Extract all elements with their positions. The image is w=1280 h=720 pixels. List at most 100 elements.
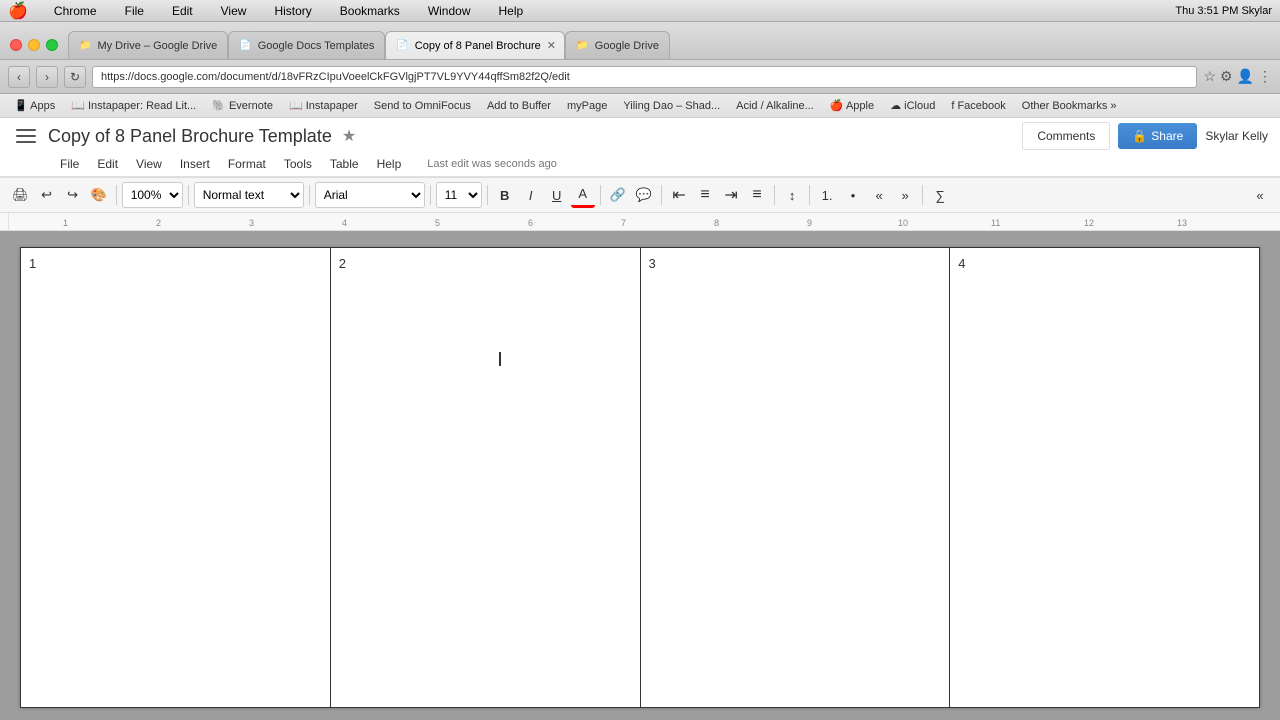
tab-my-drive[interactable]: 📁 My Drive – Google Drive	[68, 31, 228, 59]
share-icon: 🔒	[1132, 129, 1147, 143]
menu-window[interactable]: Window	[422, 2, 477, 20]
print-button[interactable]: 🖨	[8, 182, 33, 208]
extensions-icon[interactable]: ⚙	[1220, 68, 1233, 85]
panel-4[interactable]: 4	[950, 248, 1260, 708]
bookmark-facebook[interactable]: f Facebook	[945, 99, 1011, 113]
link-button[interactable]: 🔗	[606, 182, 630, 208]
text-color-button[interactable]: A	[571, 182, 595, 208]
svg-text:9: 9	[807, 218, 812, 228]
address-icons: ☆ ⚙ 👤 ⋮	[1203, 68, 1272, 85]
tab-close-icon[interactable]: ✕	[547, 39, 556, 52]
numbered-list-button[interactable]: 1.	[815, 182, 839, 208]
forward-button[interactable]: ›	[36, 66, 58, 88]
panel-3[interactable]: 3	[640, 248, 950, 708]
user-icon[interactable]: 👤	[1237, 68, 1254, 85]
tab-gdrive[interactable]: 📁 Google Drive	[565, 31, 670, 59]
menu-table[interactable]: Table	[322, 154, 367, 174]
menu-view[interactable]: View	[128, 154, 170, 174]
svg-text:6: 6	[528, 218, 533, 228]
align-right-button[interactable]: ⇥	[719, 182, 743, 208]
tab-favicon: 📁	[576, 40, 588, 51]
comment-button[interactable]: 💬	[632, 182, 656, 208]
bookmark-evernote[interactable]: 🐘 Evernote	[206, 98, 279, 113]
zoom-select[interactable]: 100% 75% 150%	[122, 182, 183, 208]
bookmark-buffer[interactable]: Add to Buffer	[481, 99, 557, 113]
apple-menu[interactable]: 🍎	[8, 1, 28, 21]
bookmark-omnifocus[interactable]: Send to OmniFocus	[368, 99, 477, 113]
user-menu[interactable]: Skylar Kelly	[1205, 129, 1268, 143]
back-button[interactable]: ‹	[8, 66, 30, 88]
tab-favicon: 📁	[79, 40, 91, 51]
bookmark-instapaper[interactable]: 📖 Instapaper: Read Lit...	[65, 98, 202, 113]
panel-number: 2	[339, 256, 346, 271]
align-center-button[interactable]: ≡	[693, 182, 717, 208]
bookmark-acid[interactable]: Acid / Alkaline...	[730, 99, 820, 113]
menu-file[interactable]: File	[119, 2, 150, 20]
panel-2[interactable]: 2	[330, 248, 640, 708]
doc-page: 1 2 3 4	[20, 247, 1260, 707]
minimize-button[interactable]	[28, 39, 40, 51]
bookmark-apps[interactable]: 📱 Apps	[8, 98, 61, 113]
svg-text:2: 2	[156, 218, 161, 228]
close-button[interactable]	[10, 39, 22, 51]
address-bar: ‹ › ↻ ☆ ⚙ 👤 ⋮	[0, 60, 1280, 94]
svg-text:13: 13	[1177, 218, 1187, 228]
justify-button[interactable]: ≡	[745, 182, 769, 208]
menu-help[interactable]: Help	[369, 154, 410, 174]
increase-indent-button[interactable]: »	[893, 182, 917, 208]
menu-file[interactable]: File	[52, 154, 87, 174]
font-size-select[interactable]: 11 10 12	[436, 182, 482, 208]
panel-1[interactable]: 1	[21, 248, 331, 708]
menu-tools[interactable]: Tools	[276, 154, 320, 174]
menu-format[interactable]: Format	[220, 154, 274, 174]
gdocs-app: Copy of 8 Panel Brochure Template ★ Comm…	[0, 118, 1280, 720]
bookmark-instapaper2[interactable]: 📖 Instapaper	[283, 98, 364, 113]
share-button[interactable]: 🔒 Share	[1118, 123, 1197, 149]
style-select[interactable]: Normal text Heading 1 Heading 2	[194, 182, 304, 208]
docs-content[interactable]: 1 2 3 4	[0, 231, 1280, 720]
menu-chrome[interactable]: Chrome	[48, 2, 103, 20]
maximize-button[interactable]	[46, 39, 58, 51]
tab-templates[interactable]: 📄 Google Docs Templates	[228, 31, 385, 59]
formula-button[interactable]: ∑	[928, 182, 952, 208]
comments-button[interactable]: Comments	[1022, 122, 1110, 150]
bookmark-mypage[interactable]: myPage	[561, 99, 613, 113]
menu-view[interactable]: View	[215, 2, 253, 20]
mac-menubar: 🍎 Chrome File Edit View History Bookmark…	[0, 0, 1280, 22]
menu-edit[interactable]: Edit	[89, 154, 126, 174]
bookmark-icloud[interactable]: ☁ iCloud	[884, 98, 941, 113]
bookmark-star-icon[interactable]: ☆	[1203, 68, 1216, 85]
tab-favicon: 📄	[396, 40, 408, 51]
bookmark-other[interactable]: Other Bookmarks »	[1016, 99, 1123, 113]
menubar-right: Thu 3:51 PM Skylar	[1175, 5, 1272, 17]
decrease-indent-button[interactable]: «	[867, 182, 891, 208]
tab-brochure[interactable]: 📄 Copy of 8 Panel Brochure ✕	[385, 31, 565, 59]
menu-help[interactable]: Help	[493, 2, 530, 20]
bookmark-yiling[interactable]: Yiling Dao – Shad...	[617, 99, 726, 113]
redo-button[interactable]: ↪	[61, 182, 85, 208]
panel-number: 1	[29, 256, 36, 271]
collapse-toolbar-button[interactable]: «	[1248, 182, 1272, 208]
align-left-button[interactable]: ⇤	[667, 182, 691, 208]
menu-insert[interactable]: Insert	[172, 154, 218, 174]
star-icon[interactable]: ★	[342, 126, 356, 146]
bookmark-apple[interactable]: 🍎 Apple	[824, 98, 880, 113]
bulleted-list-button[interactable]: •	[841, 182, 865, 208]
italic-button[interactable]: I	[519, 182, 543, 208]
bold-button[interactable]: B	[493, 182, 517, 208]
paint-format-button[interactable]: 🎨	[87, 182, 111, 208]
undo-button[interactable]: ↩	[35, 182, 59, 208]
menu-bookmarks[interactable]: Bookmarks	[334, 2, 406, 20]
underline-button[interactable]: U	[545, 182, 569, 208]
toolbar-divider	[430, 185, 431, 205]
menu-edit[interactable]: Edit	[166, 2, 199, 20]
menu-icon[interactable]: ⋮	[1258, 68, 1272, 85]
address-input[interactable]	[92, 66, 1197, 88]
hamburger-menu[interactable]	[12, 122, 40, 150]
menubar-time: Thu 3:51 PM Skylar	[1175, 5, 1272, 17]
font-select[interactable]: Arial Times New Roman	[315, 182, 425, 208]
svg-text:11: 11	[991, 218, 1000, 228]
reload-button[interactable]: ↻	[64, 66, 86, 88]
line-spacing-button[interactable]: ↕	[780, 182, 804, 208]
menu-history[interactable]: History	[268, 2, 317, 20]
